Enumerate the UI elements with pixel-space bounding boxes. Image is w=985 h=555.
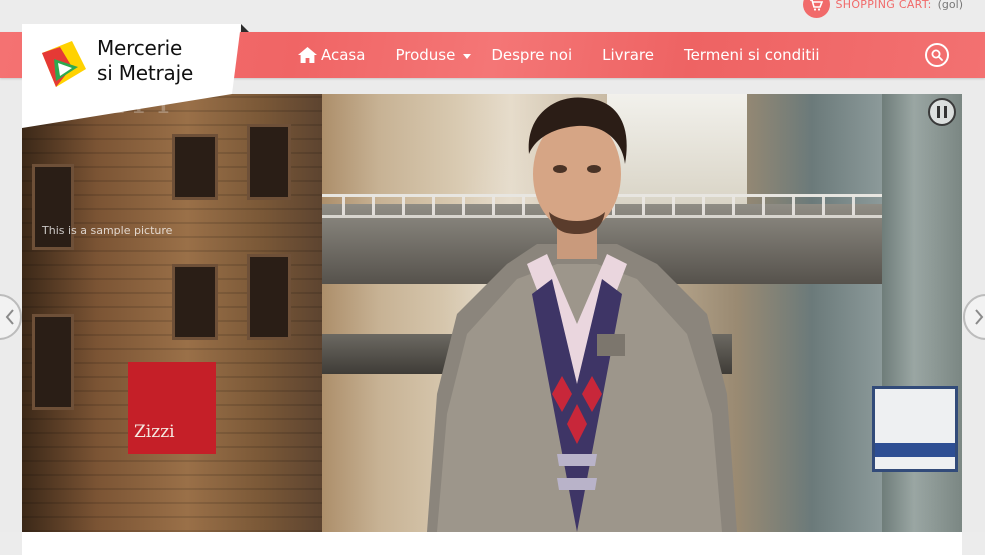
logo-line-2: si Metraje bbox=[97, 61, 194, 85]
shopping-cart[interactable]: SHOPPING CART: (gol) bbox=[802, 0, 963, 18]
content-area-start bbox=[22, 532, 962, 555]
slide-window bbox=[247, 254, 291, 340]
pause-icon bbox=[935, 106, 949, 118]
nav-item-despre-noi[interactable]: Despre noi bbox=[491, 46, 572, 64]
chevron-right-icon bbox=[975, 309, 984, 325]
slide-window bbox=[172, 134, 218, 200]
slide-window bbox=[172, 264, 218, 340]
logo-text: Mercerie si Metraje bbox=[97, 36, 193, 86]
slide-person-image bbox=[427, 97, 737, 532]
slide-brick-wall bbox=[22, 94, 322, 532]
search-icon bbox=[931, 49, 943, 61]
nav-label-termeni: Termeni si conditii bbox=[683, 46, 820, 64]
nav-menu: Acasa Produse Despre noi Livrare Termeni… bbox=[298, 32, 850, 78]
search-button[interactable] bbox=[925, 43, 949, 67]
slide-caption-text: This is a sample picture bbox=[42, 224, 173, 237]
cart-status: (gol) bbox=[937, 0, 963, 11]
nav-label-livrare: Livrare bbox=[602, 46, 654, 64]
nav-label-produse: Produse bbox=[395, 46, 456, 64]
slider-prev-button[interactable] bbox=[0, 294, 22, 340]
cart-label[interactable]: SHOPPING CART: bbox=[836, 0, 932, 12]
chevron-down-icon bbox=[463, 53, 472, 59]
nav-item-produse[interactable]: Produse bbox=[395, 46, 472, 64]
site-logo[interactable]: Mercerie si Metraje bbox=[22, 24, 250, 132]
nav-label-despre-noi: Despre noi bbox=[491, 46, 573, 64]
hero-slider[interactable]: Zizzi CITY This is a sample picture bbox=[22, 94, 962, 532]
logo-mark-icon bbox=[42, 41, 86, 87]
slide-storefront-text: Zizzi bbox=[134, 422, 175, 442]
slider-pause-button[interactable] bbox=[928, 98, 956, 126]
slide-window bbox=[32, 164, 74, 250]
nav-label-acasa: Acasa bbox=[321, 46, 366, 64]
slide-window bbox=[32, 314, 74, 410]
slider-next-button[interactable] bbox=[963, 294, 985, 340]
home-icon bbox=[298, 47, 317, 63]
logo-line-1: Mercerie bbox=[97, 36, 183, 60]
chevron-left-icon bbox=[5, 309, 14, 325]
nav-item-livrare[interactable]: Livrare bbox=[602, 46, 654, 64]
slide-right-sign bbox=[872, 386, 958, 472]
nav-item-termeni[interactable]: Termeni si conditii bbox=[684, 46, 820, 64]
cart-icon[interactable] bbox=[802, 0, 830, 18]
slide-window bbox=[247, 124, 291, 200]
nav-item-acasa[interactable]: Acasa bbox=[298, 46, 365, 64]
